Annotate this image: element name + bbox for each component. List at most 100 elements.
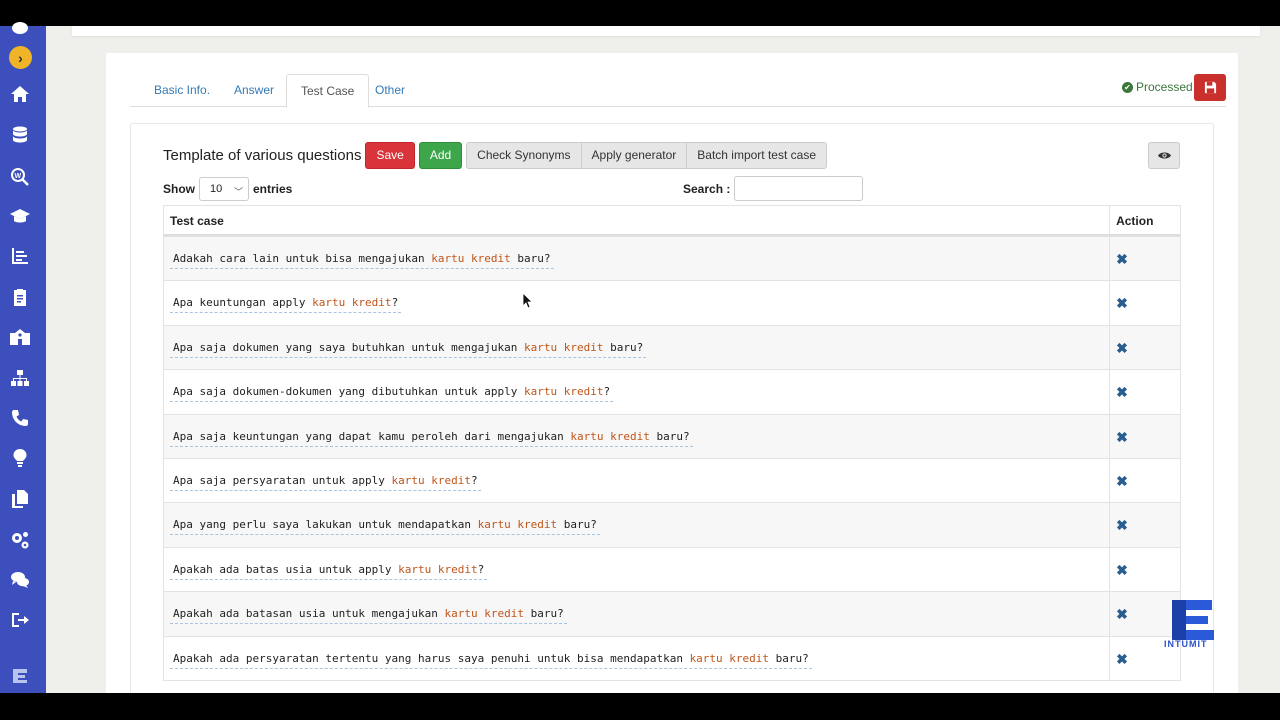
action-cell: ✖ bbox=[1110, 281, 1180, 324]
synonym-keyword: kartu kredit bbox=[524, 340, 604, 354]
column-header-test-case[interactable]: Test case bbox=[164, 206, 1111, 234]
tab-other[interactable]: Other bbox=[361, 74, 419, 107]
test-case-text-post: ? bbox=[603, 385, 611, 399]
delete-x-icon[interactable]: ✖ bbox=[1116, 517, 1128, 534]
test-case-table: Test case Action Adakah cara lain untuk … bbox=[163, 205, 1181, 681]
copy-files-icon[interactable] bbox=[8, 487, 32, 511]
delete-x-icon[interactable]: ✖ bbox=[1116, 340, 1128, 357]
test-case-text-post: baru? bbox=[649, 429, 690, 443]
school-icon[interactable] bbox=[8, 325, 32, 349]
table-row: Apa yang perlu saya lakukan untuk mendap… bbox=[164, 502, 1180, 547]
test-case-cell[interactable]: Apa saja dokumen yang saya butuhkan untu… bbox=[164, 325, 1111, 370]
test-case-text[interactable]: Apa saja dokumen yang saya butuhkan untu… bbox=[170, 340, 647, 358]
eye-icon bbox=[1157, 152, 1171, 159]
toolbar-button-group: Check Synonyms Apply generator Batch imp… bbox=[466, 141, 827, 169]
check-synonyms-button[interactable]: Check Synonyms bbox=[466, 141, 582, 169]
clipboard-icon[interactable] bbox=[8, 285, 32, 309]
page-length-value: 10 bbox=[210, 183, 223, 195]
batch-import-button[interactable]: Batch import test case bbox=[686, 141, 827, 169]
tab-basic-info[interactable]: Basic Info. bbox=[140, 74, 224, 107]
home-icon[interactable] bbox=[8, 82, 32, 106]
table-row: Apa keuntungan apply kartu kredit? ✖ bbox=[164, 280, 1180, 325]
test-case-text-pre: Apa keuntungan apply bbox=[173, 296, 313, 310]
brand-logo-small-icon bbox=[8, 664, 32, 688]
test-case-text-post: baru? bbox=[557, 518, 597, 532]
test-case-text[interactable]: Apakah ada batasan usia untuk mengajukan… bbox=[170, 607, 567, 625]
table-row: Apakah ada batasan usia untuk mengajukan… bbox=[164, 591, 1180, 636]
test-case-text-post: baru? bbox=[524, 607, 564, 621]
test-case-cell[interactable]: Apa yang perlu saya lakukan untuk mendap… bbox=[164, 503, 1111, 547]
tab-test-case[interactable]: Test Case bbox=[286, 74, 370, 108]
test-case-text-pre: Apakah ada batasan usia untuk mengajukan bbox=[173, 607, 445, 621]
test-case-cell[interactable]: Apa saja dokumen-dokumen yang dibutuhkan… bbox=[164, 370, 1111, 414]
graduation-cap-icon[interactable] bbox=[8, 204, 32, 228]
delete-x-icon[interactable]: ✖ bbox=[1116, 295, 1128, 312]
tab-answer[interactable]: Answer bbox=[220, 74, 288, 107]
table-row: Adakah cara lain untuk bisa mengajukan k… bbox=[164, 236, 1180, 281]
synonym-keyword: kartu kredit bbox=[477, 518, 558, 532]
test-case-text[interactable]: Apa saja dokumen-dokumen yang dibutuhkan… bbox=[170, 385, 614, 403]
test-case-text[interactable]: Apakah ada persyaratan tertentu yang har… bbox=[170, 652, 812, 669]
save-button[interactable]: Save bbox=[365, 141, 415, 169]
test-case-cell[interactable]: Apa saja keuntungan yang dapat kamu pero… bbox=[164, 414, 1111, 458]
test-case-cell[interactable]: Adakah cara lain untuk bisa mengajukan k… bbox=[164, 237, 1111, 281]
delete-x-icon[interactable]: ✖ bbox=[1116, 562, 1128, 579]
test-case-text[interactable]: Apa saja persyaratan untuk apply kartu k… bbox=[170, 474, 481, 491]
test-case-cell[interactable]: Apa keuntungan apply kartu kredit? bbox=[164, 281, 1111, 325]
add-button[interactable]: Add bbox=[418, 141, 463, 169]
search-label: Search : bbox=[683, 181, 731, 196]
delete-x-icon[interactable]: ✖ bbox=[1116, 384, 1128, 401]
preview-button[interactable] bbox=[1148, 142, 1180, 169]
save-floppy-button[interactable] bbox=[1194, 74, 1226, 101]
delete-x-icon[interactable]: ✖ bbox=[1116, 429, 1128, 446]
chat-icon[interactable] bbox=[8, 568, 32, 592]
table-body: Adakah cara lain untuk bisa mengajukan k… bbox=[164, 236, 1180, 680]
test-case-text[interactable]: Apa yang perlu saya lakukan untuk mendap… bbox=[170, 518, 600, 536]
test-case-text[interactable]: Apa keuntungan apply kartu kredit? bbox=[170, 296, 402, 314]
synonym-keyword: kartu kredit bbox=[570, 429, 650, 443]
cloud-icon[interactable] bbox=[8, 18, 32, 42]
entries-label: entries bbox=[253, 182, 293, 196]
wiki-search-icon[interactable]: W bbox=[8, 165, 32, 189]
test-case-text[interactable]: Apa saja keuntungan yang dapat kamu pero… bbox=[170, 430, 693, 447]
test-case-text-post: ? bbox=[391, 296, 399, 310]
toolbar: Template of various questions Save Add C… bbox=[163, 141, 827, 169]
action-cell: ✖ bbox=[1110, 548, 1180, 591]
test-case-text-pre: Apa saja dokumen-dokumen yang dibutuhkan… bbox=[173, 385, 524, 399]
sitemap-icon[interactable] bbox=[8, 366, 32, 390]
letterbox-top bbox=[0, 0, 1280, 26]
search-control: Search : bbox=[683, 176, 864, 201]
delete-x-icon[interactable]: ✖ bbox=[1116, 473, 1128, 490]
test-case-text-pre: Adakah cara lain untuk bisa mengajukan bbox=[173, 252, 432, 265]
search-input[interactable] bbox=[734, 176, 864, 201]
table-row: Apa saja dokumen yang saya butuhkan untu… bbox=[164, 324, 1180, 370]
test-case-cell[interactable]: Apakah ada batas usia untuk apply kartu … bbox=[164, 547, 1111, 592]
test-case-text-post: baru? bbox=[603, 340, 644, 354]
sign-out-icon[interactable] bbox=[8, 608, 32, 632]
template-title: Template of various questions bbox=[163, 146, 362, 164]
test-case-text-pre: Apa saja persyaratan untuk apply bbox=[173, 473, 392, 487]
test-case-cell[interactable]: Apakah ada persyaratan tertentu yang har… bbox=[164, 636, 1111, 680]
letterbox-bottom bbox=[0, 693, 1280, 720]
database-icon[interactable] bbox=[8, 123, 32, 147]
apply-generator-button[interactable]: Apply generator bbox=[580, 141, 688, 169]
table-row: Apakah ada batas usia untuk apply kartu … bbox=[164, 546, 1180, 592]
top-strip bbox=[72, 26, 1260, 36]
table-row: Apa saja keuntungan yang dapat kamu pero… bbox=[164, 413, 1180, 458]
chart-icon[interactable] bbox=[8, 244, 32, 268]
test-case-text[interactable]: Apakah ada batas usia untuk apply kartu … bbox=[170, 563, 488, 580]
show-label: Show bbox=[163, 182, 195, 196]
test-case-cell[interactable]: Apa saja persyaratan untuk apply kartu k… bbox=[164, 458, 1111, 503]
sidebar-toggle-button[interactable]: › bbox=[9, 46, 32, 69]
delete-x-icon[interactable]: ✖ bbox=[1116, 251, 1128, 268]
brand-name: INTUMIT bbox=[1164, 639, 1208, 649]
lightbulb-icon[interactable] bbox=[8, 446, 32, 470]
test-case-cell[interactable]: Apakah ada batasan usia untuk mengajukan… bbox=[164, 592, 1111, 636]
delete-x-icon[interactable]: ✖ bbox=[1116, 606, 1128, 623]
delete-x-icon[interactable]: ✖ bbox=[1116, 651, 1128, 668]
phone-icon[interactable] bbox=[8, 406, 32, 430]
page-length-select[interactable]: 10 ﹀ bbox=[199, 177, 249, 201]
settings-gears-icon[interactable] bbox=[8, 528, 32, 552]
test-case-text-pre: Apakah ada persyaratan tertentu yang har… bbox=[173, 651, 690, 665]
test-case-text[interactable]: Adakah cara lain untuk bisa mengajukan k… bbox=[170, 252, 554, 269]
